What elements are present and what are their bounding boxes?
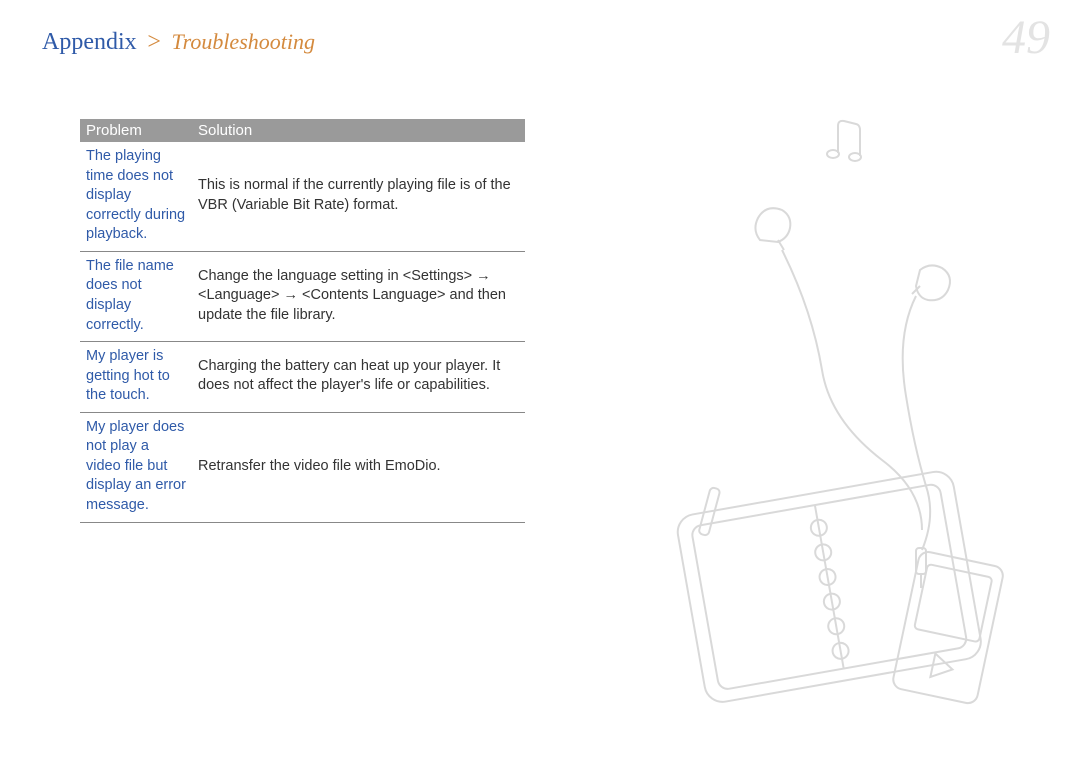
earbuds-icon [755,208,950,588]
page-header: Appendix > Troubleshooting 49 [42,18,1050,65]
cell-problem: My player is getting hot to the touch. [80,342,192,413]
breadcrumb-separator: > [147,29,161,55]
organizer-icon [671,445,984,704]
col-header-solution: Solution [192,119,525,142]
breadcrumb: Appendix > Troubleshooting [42,28,315,56]
cell-solution: This is normal if the currently playing … [192,142,525,251]
cell-solution: Change the language setting in <Settings… [192,251,525,341]
device-illustration [670,110,1070,730]
cell-solution: Charging the battery can heat up your pl… [192,342,525,413]
breadcrumb-page: Troubleshooting [172,29,315,54]
troubleshooting-table-container: Problem Solution The playing time does n… [80,119,525,523]
page-number: 49 [1002,10,1050,65]
cell-solution: Retransfer the video file with EmoDio. [192,412,525,522]
cell-problem: The file name does not display correctly… [80,251,192,341]
col-header-problem: Problem [80,119,192,142]
table-row: The playing time does not display correc… [80,142,525,251]
cell-problem: The playing time does not display correc… [80,142,192,251]
table-row: My player is getting hot to the touch. C… [80,342,525,413]
table-row: The file name does not display correctly… [80,251,525,341]
troubleshooting-table: Problem Solution The playing time does n… [80,119,525,523]
breadcrumb-section: Appendix [42,29,137,55]
table-row: My player does not play a video file but… [80,412,525,522]
cell-problem: My player does not play a video file but… [80,412,192,522]
mp3-player-icon [891,550,1004,705]
music-note-icon [827,121,861,161]
